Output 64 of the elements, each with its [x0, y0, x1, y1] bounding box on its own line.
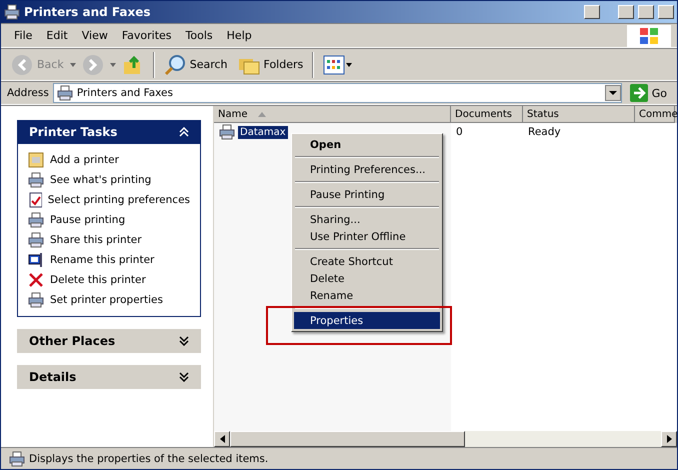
menu-item[interactable]: File — [7, 27, 40, 44]
context-menu-item[interactable]: Pause Printing — [294, 186, 440, 203]
context-menu-item[interactable]: Delete — [294, 270, 440, 287]
panel-header[interactable]: Details — [17, 365, 201, 389]
menu-item[interactable]: View — [74, 27, 115, 44]
printer-icon — [28, 172, 44, 188]
caret-icon[interactable] — [70, 62, 76, 66]
task-link[interactable]: Delete this printer — [28, 272, 190, 288]
expand-icon[interactable] — [179, 372, 189, 382]
go-arrow-icon — [630, 84, 648, 102]
add-printer-icon — [28, 152, 44, 168]
context-menu-item[interactable]: Properties — [294, 312, 440, 329]
folders-button[interactable]: Folders — [234, 52, 308, 78]
horizontal-scrollbar[interactable] — [214, 431, 677, 447]
search-button[interactable]: Search — [160, 52, 232, 78]
printer-icon — [28, 292, 44, 308]
menu-item[interactable]: Favorites — [114, 27, 179, 44]
context-menu-item[interactable]: Open — [294, 136, 440, 153]
task-link[interactable]: Add a printer — [28, 152, 190, 168]
task-link[interactable]: Pause printing — [28, 212, 190, 228]
column-header[interactable]: Documents — [451, 106, 523, 123]
document-check-icon — [28, 192, 42, 208]
dropdown-icon[interactable] — [604, 85, 621, 101]
menu-item[interactable]: Tools — [178, 27, 220, 44]
table-cell: 0 — [456, 126, 463, 138]
address-field[interactable]: Printers and Faxes — [52, 83, 622, 103]
status-icon — [9, 450, 25, 466]
printer-icon — [28, 212, 44, 228]
context-menu-item[interactable]: Printing Preferences... — [294, 161, 440, 178]
column-header[interactable]: Comme — [635, 106, 675, 123]
rename-icon — [28, 252, 44, 268]
go-button[interactable]: Go — [626, 82, 671, 104]
task-link[interactable]: Rename this printer — [28, 252, 190, 268]
panel-header[interactable]: Printer Tasks — [17, 120, 201, 144]
window-title: Printers and Faxes — [24, 5, 152, 19]
search-icon — [164, 54, 186, 76]
menu-item[interactable]: Help — [220, 27, 259, 44]
address-label: Address — [7, 87, 49, 99]
caret-icon[interactable] — [110, 62, 116, 66]
task-link[interactable]: Select printing preferences — [28, 192, 190, 208]
sort-arrow-icon — [258, 112, 266, 116]
views-icon — [323, 54, 354, 76]
windows-logo — [627, 24, 671, 46]
context-menu-item[interactable]: Sharing... — [294, 211, 440, 228]
context-menu-item[interactable]: Create Shortcut — [294, 253, 440, 270]
collapse-icon[interactable] — [179, 127, 189, 137]
scroll-right-icon[interactable] — [666, 435, 672, 443]
status-text: Displays the properties of the selected items. — [29, 452, 268, 464]
menu-item[interactable]: Edit — [39, 27, 75, 44]
expand-icon[interactable] — [179, 336, 189, 346]
window-icon — [4, 4, 20, 20]
printer-name[interactable]: Datamax — [238, 126, 288, 138]
column-header[interactable]: Status — [523, 106, 635, 123]
context-menu-item[interactable]: Rename — [294, 287, 440, 304]
scroll-left-icon[interactable] — [220, 435, 224, 443]
table-cell: Ready — [528, 126, 561, 138]
printer-folder-icon — [56, 85, 73, 101]
task-link[interactable]: Share this printer — [28, 232, 190, 248]
printer-icon — [28, 232, 44, 248]
task-link[interactable]: Set printer properties — [28, 292, 190, 308]
context-menu-item[interactable]: Use Printer Offline — [294, 228, 440, 245]
task-link[interactable]: See what's printing — [28, 172, 190, 188]
panel-header[interactable]: Other Places — [17, 329, 201, 353]
delete-icon — [28, 272, 44, 288]
